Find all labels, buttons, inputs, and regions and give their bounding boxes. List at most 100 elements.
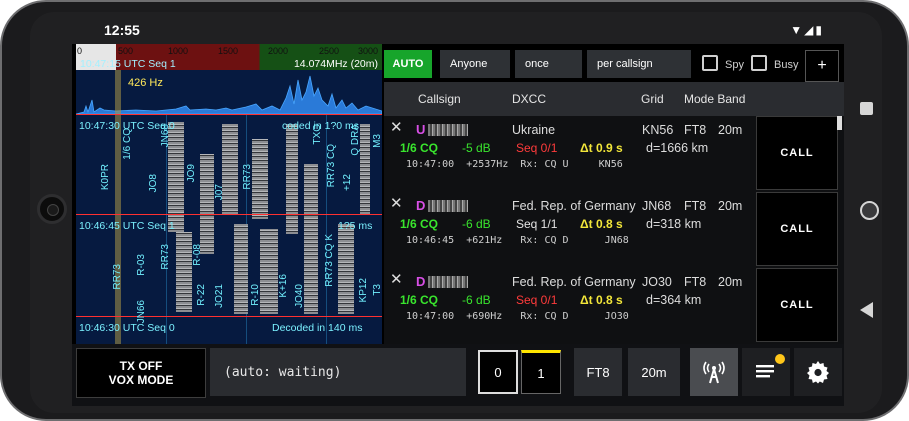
signal-trace (286, 124, 298, 234)
decoded-label: R-03 (136, 254, 147, 276)
log-list-icon (756, 365, 774, 378)
cycle-separator (76, 316, 382, 317)
busy-label: Busy (774, 59, 799, 71)
time-offset: Δt 0.8 s (580, 293, 623, 307)
settings-button[interactable] (794, 348, 842, 396)
cq-status: 1/6 CQ (400, 293, 439, 307)
spectrum-trace (76, 75, 382, 114)
snr: -6 dB (462, 217, 491, 231)
filter-select[interactable]: Anyone (440, 50, 510, 78)
tx-slot-0-button[interactable]: 0 (478, 350, 518, 394)
decoded-label: Q DRA (350, 124, 361, 156)
tx-toggle-button[interactable]: TX OFF VOX MODE (76, 348, 206, 398)
tx-slot-1-button[interactable]: 1 (521, 350, 561, 394)
wifi-icon: ▼ (790, 23, 805, 37)
log-button[interactable] (742, 348, 790, 396)
decoded-label: JN68 (160, 124, 171, 148)
cycle-separator (76, 214, 382, 215)
decoded-label: R-08 (192, 244, 203, 266)
signal-trace (176, 232, 192, 312)
list-scrollbar[interactable] (837, 116, 842, 130)
dxcc: Ukraine (512, 123, 556, 137)
antenna-button[interactable] (690, 348, 738, 396)
auto-status-text: (auto: waiting) (210, 348, 466, 396)
tx-status: TX OFF (119, 359, 163, 373)
grid: JO30 (642, 275, 672, 289)
decoded-label: 1/6 CQ (122, 128, 133, 160)
decode-time: 1?5 ms (338, 220, 373, 232)
rx-message: 10:46:45 +621Hz Rx: CQ D JN68 (406, 235, 629, 246)
dismiss-icon[interactable]: ✕ (390, 118, 403, 136)
list-item[interactable]: ✕ D Fed. Rep. of Germany JO30 FT8 20m 1/… (384, 268, 844, 344)
tx-cursor-marker[interactable] (115, 70, 121, 344)
rx-message: 10:47:00 +690Hz Rx: CQ D JO30 (406, 311, 629, 322)
col-dxcc: DXCC (512, 92, 547, 106)
scale-tick: 500 (118, 46, 134, 56)
filter-toolbar: AUTO Anyone once per callsign Spy Busy + (384, 50, 844, 82)
waterfall-panel[interactable]: 0 500 1000 1500 2000 2500 3000 10:47:15 … (76, 44, 382, 344)
callsign-prefix: D (416, 198, 426, 213)
scale-tick: 1000 (168, 46, 189, 56)
spy-label: Spy (725, 59, 744, 71)
auto-button[interactable]: AUTO (384, 50, 432, 78)
home-button[interactable] (860, 201, 879, 220)
band: 20m (718, 199, 743, 213)
decode-time: Decoded in 140 ms (272, 322, 363, 334)
cycle-separator (76, 114, 382, 115)
dismiss-icon[interactable]: ✕ (390, 194, 403, 212)
spy-checkbox[interactable] (702, 55, 718, 71)
decoded-label: JO40 (294, 284, 305, 308)
signal-trace (252, 139, 268, 219)
call-button[interactable]: CALL (756, 192, 838, 266)
call-button[interactable]: CALL (756, 116, 838, 190)
dxcc: Fed. Rep. of Germany (512, 275, 636, 289)
signal-trace (200, 154, 214, 254)
signal-trace (304, 164, 318, 314)
mode: FT8 (684, 123, 707, 137)
decoded-label: JO8 (148, 174, 159, 193)
band: 20m (718, 275, 743, 289)
decoded-label: TXO (312, 124, 323, 145)
battery-icon: ▮ (815, 23, 824, 37)
dial-frequency: 14.074MHz (20m) (293, 58, 378, 70)
col-mode-band: Mode Band (684, 92, 746, 106)
frequency-scale[interactable]: 0 500 1000 1500 2000 2500 3000 10:47:15 … (76, 44, 382, 70)
decoded-label: K+16 (278, 274, 289, 298)
signal-icon: ◢ (804, 23, 816, 37)
rx-message: 10:47:00 +2537Hz Rx: CQ U KN56 (406, 159, 623, 170)
signal-trace (222, 124, 238, 214)
decoded-label: RR73 CQ (326, 144, 337, 188)
dismiss-icon[interactable]: ✕ (390, 270, 403, 288)
list-item[interactable]: ✕ U Ukraine KN56 FT8 20m 1/6 CQ -5 dB Se… (384, 116, 844, 192)
scale-tick: 0 (77, 46, 83, 56)
time-offset: Δt 0.8 s (580, 217, 623, 231)
back-button[interactable] (860, 302, 873, 318)
bottom-bar: TX OFF VOX MODE (auto: waiting) 0 1 FT8 … (72, 344, 844, 406)
decoded-label: T3 (372, 284, 382, 296)
clock: 12:55 (104, 22, 140, 38)
busy-checkbox[interactable] (751, 55, 767, 71)
decoded-label: +12 (342, 174, 353, 191)
col-grid: Grid (641, 92, 664, 106)
band-button[interactable]: 20m (628, 348, 680, 396)
grid: KN56 (642, 123, 674, 137)
list-item[interactable]: ✕ D Fed. Rep. of Germany JN68 FT8 20m 1/… (384, 192, 844, 268)
decoded-label: R-22 (196, 284, 207, 306)
mode-button[interactable]: FT8 (574, 348, 622, 396)
decoded-label: K0PR (100, 164, 111, 191)
cq-status: 1/6 CQ (400, 141, 439, 155)
distance: d=318 km (646, 217, 702, 231)
cursor-frequency: 426 Hz (128, 77, 163, 89)
spectrum-plot (76, 75, 382, 114)
decoded-label: RR73 (242, 164, 253, 190)
recents-button[interactable] (860, 102, 873, 115)
call-button[interactable]: CALL (756, 268, 838, 342)
signal-trace (338, 224, 354, 314)
cycle-label: 10:46:30 UTC Seq 0 (79, 322, 175, 334)
callsign-prefix: U (416, 122, 426, 137)
repeat-select[interactable]: once (515, 50, 582, 78)
add-button[interactable]: + (805, 50, 839, 82)
signal-trace (260, 229, 278, 314)
mode-select[interactable]: per callsign (587, 50, 691, 78)
scale-tick: 1500 (218, 46, 239, 56)
